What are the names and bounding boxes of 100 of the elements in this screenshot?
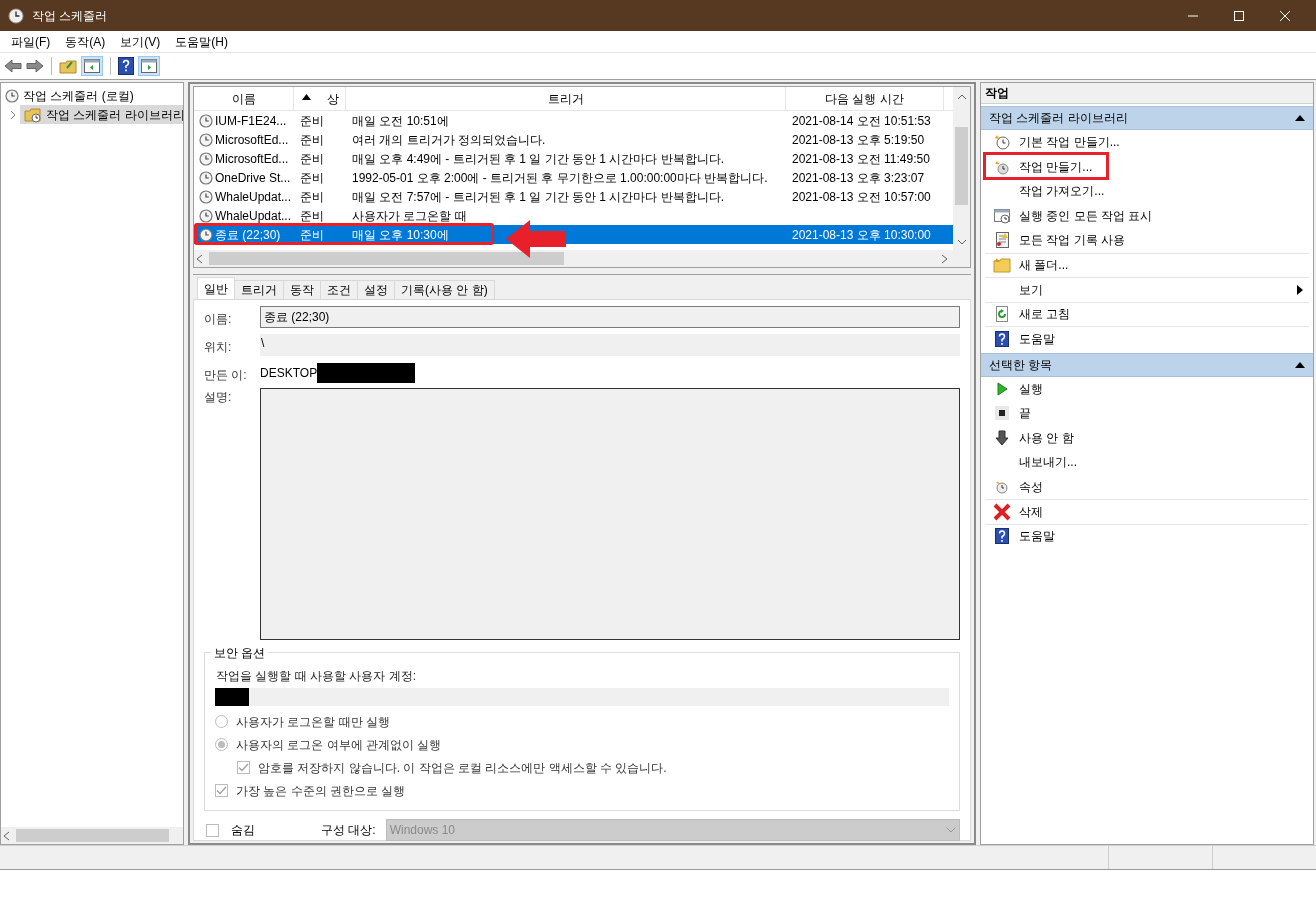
collapse-caret-icon[interactable] [1295,115,1305,121]
tab[interactable]: 조건 [320,280,358,299]
table-cell: 2021-08-13 오후 3:23:07 [792,170,925,185]
table-row[interactable]: MicrosoftEd... 준비 여러 개의 트리거가 정의되었습니다. 2021-08-13 오후 5:19:50 [194,130,953,149]
column-header[interactable]: 트리거 [346,87,786,110]
action-item[interactable]: 도움말 [985,523,1309,548]
field-label: 만든 이: [204,367,248,384]
action-item[interactable]: 사용 안 함 [985,425,1309,450]
action-item[interactable]: 도움말 [985,326,1309,351]
action-item[interactable]: 새 폴더... [985,252,1309,277]
log-icon [994,232,1010,249]
table-cell: MicrosoftEd... [194,149,294,168]
menu-item[interactable]: 파일(F) [4,31,58,52]
table-row[interactable]: WhaleUpdat... 준비 매일 오전 7:57에 - 트리거된 후 1 일 기간 동안 1 시간마다 반복합니다. 2021-08-13 오전 10:57:00 [194,187,953,206]
menu-item[interactable]: 동작(A) [58,31,113,52]
table-row[interactable]: OneDrive St... 준비 1992-05-01 오후 2:00에 - 트리거된 후 무기한으로 1.00:00:00마다 반복합니다. 2021-08-13 오후 3:23:07 [194,168,953,187]
back-arrow-icon[interactable] [4,59,22,73]
option-label: 가장 높은 수준의 권한으로 실행 [236,782,406,800]
section-header[interactable]: 작업 스케줄러 라이브러리 [981,106,1313,130]
clock-sparkle-icon [994,134,1010,151]
name-field[interactable]: 종료 (22;30) [260,306,960,328]
action-item[interactable]: 내보내기... [985,450,1309,475]
close-icon [1280,10,1290,21]
action-item[interactable]: 실행 중인 모든 작업 표시 [985,203,1309,228]
refresh-icon [994,306,1010,323]
help-icon [995,330,1009,347]
expand-chevron-icon[interactable] [9,109,17,120]
action-item[interactable]: 모든 작업 기록 사용 [985,228,1309,253]
clock-icon [8,7,24,24]
collapse-caret-icon[interactable] [1295,361,1305,368]
table-cell: 준비 [300,208,324,223]
action-item[interactable]: 작업 만들기... [985,154,1309,179]
checkbox[interactable] [206,823,219,837]
action-item[interactable]: 작업 가져오기... [985,179,1309,204]
table-cell: 2021-08-13 오전 11:49:50 [792,151,930,166]
tab[interactable]: 설정 [357,280,395,299]
action-item[interactable]: 보기 [985,277,1309,302]
option-label: 사용자의 로그온 여부에 관계없이 실행 [236,736,442,754]
column-header[interactable]: 상 [294,87,346,110]
dropdown-caret-icon [946,827,956,833]
maximize-icon [1234,10,1244,21]
tab[interactable]: 일반 [197,277,235,299]
table-cell: 1992-05-01 오후 2:00에 - 트리거된 후 무기한으로 1.00:00:00마다 반복합니다. [352,170,768,185]
table-row[interactable]: IUM-F1E24... 준비 매일 오전 10:51에 2021-08-14 오전 10:51:53 [194,111,953,130]
menu-item[interactable]: 보기(V) [113,31,168,52]
table-cell: 준비 [300,170,324,185]
action-item[interactable]: 속성 [985,474,1309,499]
horizontal-scrollbar[interactable] [1,827,183,844]
tab[interactable]: 기록(사용 안 함) [394,280,495,299]
action-item[interactable]: 기본 작업 만들기... [985,130,1309,155]
delete-x-icon [993,502,1011,521]
description-field[interactable] [260,388,960,640]
clock-icon [199,113,213,128]
stop-icon [995,406,1009,421]
tree-item[interactable]: 작업 스케줄러 (로컬) [23,86,134,105]
window-title: 작업 스케줄러 [32,7,108,25]
submenu-arrow-icon [1297,284,1303,295]
action-item[interactable]: 삭제 [985,499,1309,524]
table-cell: 사용자가 로그온할 때 [352,208,467,223]
clock-icon [199,170,213,185]
option-label: 숨김 [231,822,256,839]
horizontal-scrollbar[interactable] [194,250,970,267]
field-label: 작업을 실행할 때 사용할 사용자 계정: [216,668,417,685]
table-row[interactable]: MicrosoftEd... 준비 매일 오후 4:49에 - 트리거된 후 1 일 기간 동안 1 시간마다 반복합니다. 2021-08-13 오전 11:49:50 [194,149,953,168]
table-row[interactable]: WhaleUpdat... 준비 사용자가 로그온할 때 [194,206,953,225]
table-cell: 준비 [300,132,324,147]
vertical-scrollbar[interactable] [953,87,970,250]
radio-button[interactable] [215,738,228,751]
column-header[interactable]: 이름 [194,87,294,110]
clock-icon [199,208,213,223]
show-hide-action-pane-button[interactable] [138,56,160,76]
checkbox[interactable] [237,761,250,774]
table-cell: 매일 오전 10:51에 [352,113,449,128]
radio-button[interactable] [215,715,228,728]
pane-icon [84,59,100,73]
section-header[interactable]: 선택한 항목 [981,352,1313,377]
action-item[interactable]: 실행 [985,376,1309,401]
folder-clock-icon [24,106,42,123]
pane-icon [141,59,157,73]
table-cell: 준비 [300,113,324,128]
help-icon[interactable] [118,57,134,75]
tab[interactable]: 동작 [283,280,321,299]
show-hide-tree-button[interactable] [81,56,103,76]
clock-icon [199,189,213,204]
table-cell: 준비 [300,189,324,204]
option-label: 암호를 저장하지 않습니다. 이 작업은 로컬 리소스에만 액세스할 수 있습니다. [258,759,667,777]
checkbox[interactable] [215,784,228,797]
column-header[interactable]: 다음 실행 시간 [786,87,944,110]
table-cell: 준비 [300,151,324,166]
tab[interactable]: 트리거 [234,280,284,299]
action-item[interactable]: 끝 [985,401,1309,426]
action-item[interactable]: 새로 고침 [985,301,1309,326]
menu-item[interactable]: 도움말(H) [168,31,235,52]
tree-item[interactable]: 작업 스케줄러 라이브러리 [20,105,183,124]
table-cell: 여러 개의 트리거가 정의되었습니다. [352,132,546,147]
folder-up-icon[interactable] [59,58,77,74]
table-cell: 준비 [300,227,324,242]
table-cell: MicrosoftEd... [194,130,294,149]
clock-icon [199,151,213,166]
forward-arrow-icon[interactable] [26,59,44,73]
